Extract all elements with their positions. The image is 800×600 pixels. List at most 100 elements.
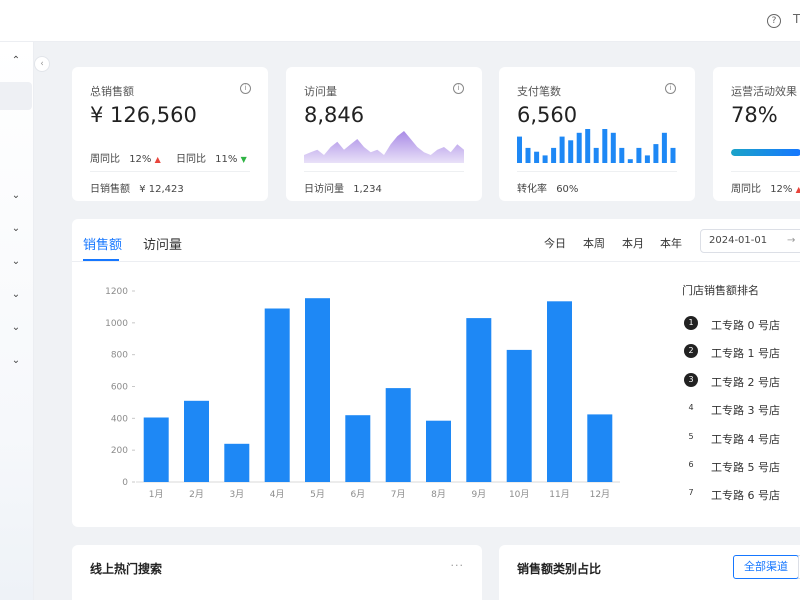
collapse-sidebar-button[interactable]: ‹	[34, 56, 50, 72]
day-value: 11%	[215, 154, 238, 165]
bar-2月[interactable]	[184, 400, 209, 482]
rank-badge: 3	[684, 372, 698, 387]
campaign-card: 运营活动效果 78% 周同比 12% ▲	[713, 67, 800, 201]
top-header: ? T	[0, 0, 800, 42]
panel-title: 销售额类别占比	[517, 562, 602, 576]
caret-up-icon: ▲	[795, 185, 800, 194]
x-tick-label: 11月	[549, 489, 569, 500]
card-value: 8,846	[304, 103, 365, 127]
x-tick-label: 8月	[431, 489, 446, 500]
mini-bar	[593, 147, 599, 163]
rank-store-name: 工专路 5 号店	[711, 461, 780, 474]
card-footer: 周同比 12% ▲	[731, 171, 800, 195]
info-icon[interactable]: i	[240, 83, 251, 94]
ranking-title: 门店销售额排名	[682, 284, 759, 297]
x-tick-label: 9月	[471, 489, 486, 500]
card-footer: 日销售额 ¥ 12,423	[90, 171, 250, 195]
info-icon[interactable]: i	[453, 83, 464, 94]
mini-bar	[670, 147, 676, 163]
rank-store-name: 工专路 3 号店	[711, 404, 780, 418]
mini-bar	[517, 136, 522, 163]
more-icon[interactable]: ···	[451, 559, 465, 572]
total-sales-card: 总销售额 i ¥ 126,560 周同比 12% ▲ 日同比 11% ▼ 日销售…	[72, 67, 268, 201]
bar-9月[interactable]	[466, 318, 492, 482]
bar-7月[interactable]	[385, 388, 411, 482]
rank-store-name: 工专路 2 号店	[711, 375, 780, 389]
payments-card: 支付笔数 i 6,560 转化率 60%	[499, 67, 695, 201]
rank-store-name: 工专路 1 号店	[711, 347, 780, 361]
y-tick-label: 200	[111, 446, 128, 456]
chevron-down-icon[interactable]: ⌄	[10, 190, 22, 202]
footer-label: 转化率	[517, 184, 547, 195]
y-tick-label: 800	[111, 351, 128, 361]
mini-bar	[525, 147, 531, 163]
chevron-down-icon[interactable]: ⌄	[10, 256, 22, 268]
footer-value: 1,234	[353, 184, 382, 195]
y-tick-label: 1000	[105, 319, 128, 329]
mini-bar	[619, 147, 625, 163]
mini-bar	[534, 151, 540, 163]
visits-card: 访问量 i 8,846 日访问量 1,234	[286, 67, 482, 201]
date-start[interactable]: 2024-01-01	[709, 235, 767, 246]
caret-down-icon: ▼	[240, 155, 247, 164]
campaign-progress	[731, 149, 800, 156]
x-tick-label: 5月	[310, 489, 325, 500]
x-tick-label: 3月	[229, 489, 244, 500]
y-tick-label: 0	[122, 478, 128, 488]
trend-row: 周同比 12% ▲ 日同比 11% ▼	[90, 150, 247, 165]
chevron-down-icon[interactable]: ⌄	[10, 355, 22, 367]
rank-badge: 5	[684, 429, 698, 444]
card-title: 总销售额	[90, 85, 134, 98]
sidebar-selected-item[interactable]	[0, 82, 32, 110]
mini-bar	[602, 129, 608, 163]
mini-bar	[559, 136, 565, 163]
chevron-down-icon[interactable]: ⌄	[10, 289, 22, 301]
rank-store-name: 工专路 0 号店	[711, 319, 780, 332]
x-tick-label: 10月	[509, 489, 529, 500]
header-truncated-item[interactable]: T	[793, 12, 800, 26]
x-tick-label: 2月	[189, 489, 204, 500]
caret-up-icon: ▲	[154, 155, 161, 164]
bar-6月[interactable]	[345, 415, 371, 482]
bar-12月[interactable]	[587, 414, 613, 482]
rank-store-name: 工专路 4 号店	[711, 432, 780, 446]
x-tick-label: 7月	[391, 489, 406, 500]
x-tick-label: 4月	[270, 489, 285, 500]
chevron-down-icon[interactable]: ⌄	[10, 322, 22, 334]
chevron-down-icon[interactable]: ⌄	[10, 223, 22, 235]
rank-store-name: 工专路 6 号店	[711, 489, 780, 503]
bar-5月[interactable]	[305, 298, 330, 482]
arrow-right-icon: →	[787, 235, 796, 246]
question-circle-icon[interactable]: ?	[767, 14, 781, 28]
panel-title: 线上热门搜索	[90, 562, 163, 576]
mini-bar	[636, 147, 642, 163]
bar-10月[interactable]	[506, 349, 532, 482]
info-icon[interactable]: i	[665, 83, 676, 94]
bar-8月[interactable]	[426, 420, 451, 482]
bar-4月[interactable]	[264, 308, 290, 483]
bar-1月[interactable]	[143, 417, 169, 483]
chevron-up-icon[interactable]: ⌃	[10, 55, 22, 67]
card-title: 支付笔数	[517, 85, 561, 98]
bar-11月[interactable]	[547, 301, 572, 482]
all-channels-button[interactable]: 全部渠道	[733, 555, 799, 579]
mini-bar	[568, 140, 574, 163]
bar-3月[interactable]	[224, 443, 250, 482]
sales-chart-panel: 销售额 访问量 今日 本周 本月 本年 2024-01-01 → 0 200 400…	[72, 219, 800, 527]
visits-sparkline	[304, 131, 464, 163]
date-range-picker[interactable]: 2024-01-01 →	[700, 229, 800, 253]
x-tick-label: 1月	[149, 489, 164, 500]
card-footer: 转化率 60%	[517, 171, 677, 195]
sparkline-area	[304, 131, 464, 163]
payments-mini-bars	[517, 129, 676, 163]
mini-bar	[551, 147, 557, 163]
card-footer: 日访问量 1,234	[304, 171, 464, 195]
card-title: 访问量	[304, 85, 337, 98]
card-value: 78%	[731, 103, 778, 127]
progress-fill	[731, 149, 800, 156]
mini-bar	[576, 132, 582, 163]
footer-label: 日销售额	[90, 184, 130, 195]
mini-bar	[644, 155, 650, 163]
card-title: 运营活动效果	[731, 85, 797, 98]
footer-value: 12%	[770, 184, 793, 195]
